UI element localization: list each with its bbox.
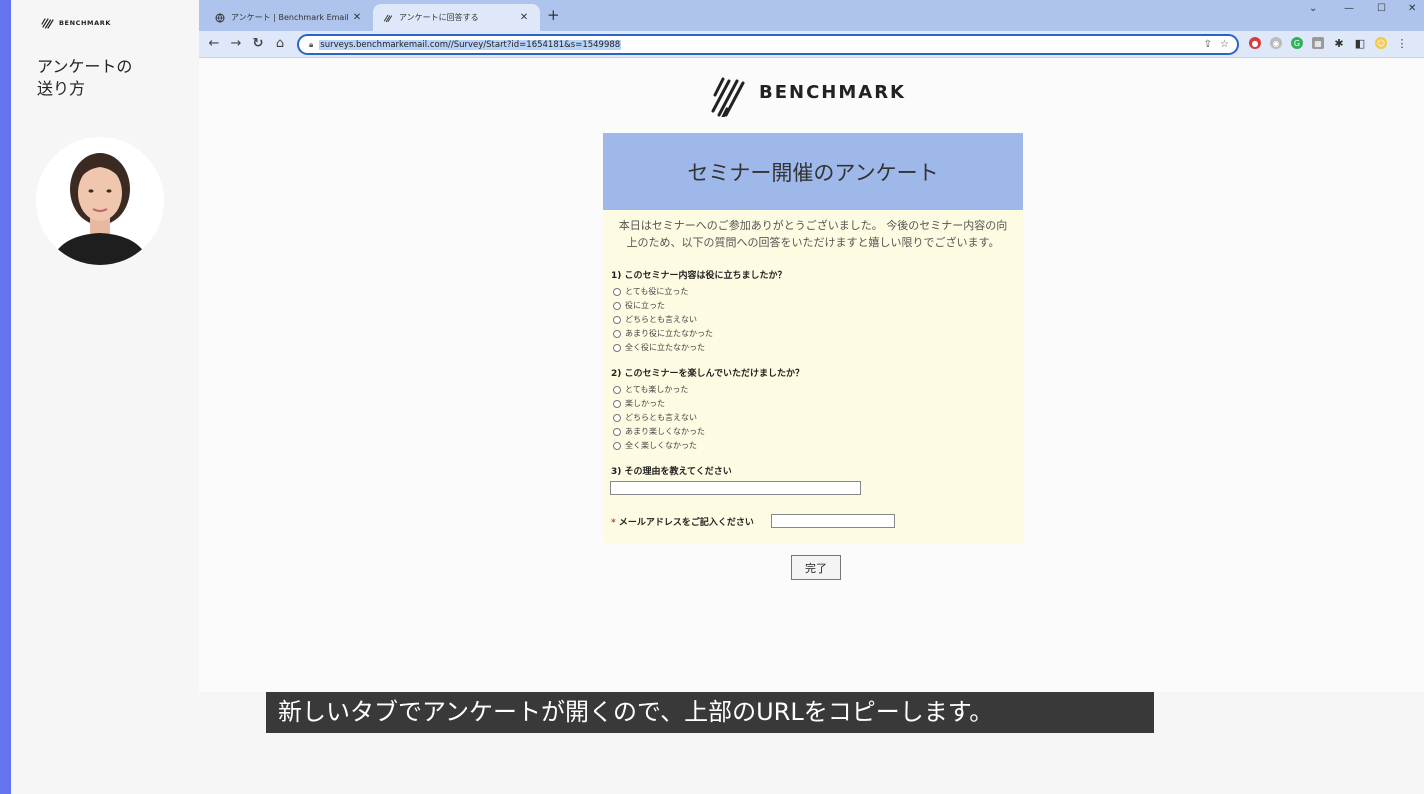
radio-button[interactable]	[613, 399, 621, 408]
reload-icon[interactable]: ↻	[249, 35, 267, 53]
logo-text: BENCHMARK	[759, 81, 907, 103]
benchmark-logo-icon	[711, 77, 745, 117]
bookmark-star-icon[interactable]: ☆	[1220, 39, 1229, 50]
share-icon[interactable]: ⇪	[1204, 39, 1212, 50]
screen: BENCHMARK アンケートの 送り方 アンケート | Benchmark E…	[0, 0, 1424, 794]
url-text[interactable]: surveys.benchmarkemail.com//Survey/Start…	[319, 39, 622, 50]
question-1-label: 1) このセミナー内容は役に立ちましたか？	[611, 271, 787, 281]
survey-form: セミナー開催のアンケート 本日はセミナーへのご参加ありがとうございました。 今後…	[603, 133, 1023, 543]
new-tab-button[interactable]: +	[547, 6, 560, 24]
radio-button[interactable]	[613, 315, 621, 324]
presenter-brand: BENCHMARK	[41, 17, 111, 29]
forward-arrow-icon[interactable]: →	[227, 35, 245, 53]
tab-label: アンケート | Benchmark Email	[231, 13, 349, 22]
accent-bar	[0, 0, 11, 794]
grammarly-extension-icon[interactable]: G	[1291, 37, 1303, 49]
home-icon[interactable]: ⌂	[271, 35, 289, 53]
submit-button[interactable]: 完了	[791, 555, 841, 580]
browser-toolbar: ← → ↻ ⌂ 🔒︎ surveys.benchmarkemail.com//S…	[199, 31, 1424, 58]
browser-window: アンケート | Benchmark Email ✕ アンケートに回答する ✕ +…	[199, 0, 1424, 692]
q1-option-4[interactable]: あまり役に立たなかった	[613, 327, 713, 340]
benchmark-logo-icon	[41, 18, 54, 29]
email-label: * メールアドレスをご記入ください	[611, 518, 754, 528]
radio-button[interactable]	[613, 287, 621, 296]
chevron-down-icon[interactable]: ⌄	[1309, 3, 1317, 14]
question-2-label: 2) このセミナーを楽しんでいただけましたか？	[611, 369, 805, 379]
globe-icon	[215, 13, 225, 23]
sidepanel-icon[interactable]: ◧	[1354, 37, 1366, 50]
radio-button[interactable]	[613, 441, 621, 450]
survey-title: セミナー開催のアンケート	[603, 133, 1023, 210]
reason-input[interactable]	[610, 481, 861, 495]
q1-option-3[interactable]: どちらとも言えない	[613, 313, 697, 326]
presenter-avatar	[36, 137, 164, 265]
survey-intro: 本日はセミナーへのご参加ありがとうございました。 今後のセミナー内容の向 上のた…	[618, 219, 1008, 249]
close-icon[interactable]: ✕	[351, 12, 363, 23]
lesson-title: アンケートの 送り方	[37, 57, 133, 98]
required-mark: *	[611, 518, 616, 528]
close-icon[interactable]: ✕	[518, 12, 530, 23]
maximize-icon[interactable]: ☐	[1377, 3, 1386, 14]
adblock-extension-icon[interactable]: ●	[1249, 37, 1261, 49]
email-field[interactable]	[771, 514, 895, 528]
extension-icons: ● ◉ G ▦ ✱ ◧ ☺ ⋮	[1249, 37, 1408, 50]
kebab-menu-icon[interactable]: ⋮	[1396, 37, 1408, 50]
presenter-brand-text: BENCHMARK	[59, 19, 111, 27]
radio-button[interactable]	[613, 413, 621, 422]
tab-survey-answer[interactable]: アンケートに回答する ✕	[373, 4, 540, 31]
presenter-panel: BENCHMARK アンケートの 送り方	[11, 0, 199, 794]
q2-option-5[interactable]: 全く楽しくなかった	[613, 439, 697, 452]
tab-bar: アンケート | Benchmark Email ✕ アンケートに回答する ✕ +…	[199, 0, 1424, 31]
q2-option-1[interactable]: とても楽しかった	[613, 383, 688, 396]
radio-button[interactable]	[613, 343, 621, 352]
q1-option-2[interactable]: 役に立った	[613, 299, 665, 312]
window-close-icon[interactable]: ✕	[1408, 3, 1416, 14]
q2-option-4[interactable]: あまり楽しくなかった	[613, 425, 705, 438]
radio-button[interactable]	[613, 385, 621, 394]
q1-option-1[interactable]: とても役に立った	[613, 285, 688, 298]
q1-option-5[interactable]: 全く役に立たなかった	[613, 341, 705, 354]
profile-avatar-icon[interactable]: ☺	[1375, 37, 1387, 49]
radio-button[interactable]	[613, 301, 621, 310]
back-arrow-icon[interactable]: ←	[205, 35, 223, 53]
q2-option-3[interactable]: どちらとも言えない	[613, 411, 697, 424]
video-subtitle: 新しいタブでアンケートが開くので、上部のURLをコピーします。	[266, 692, 1154, 733]
qr-extension-icon[interactable]: ▦	[1312, 37, 1324, 49]
web-page: BENCHMARK セミナー開催のアンケート 本日はセミナーへのご参加ありがとう…	[199, 58, 1424, 692]
question-3-label: 3) その理由を教えてください	[611, 467, 732, 477]
radio-button[interactable]	[613, 427, 621, 436]
omnibox-actions: ⇪ ☆	[1204, 39, 1229, 50]
radio-button[interactable]	[613, 329, 621, 338]
benchmark-favicon-icon	[383, 13, 393, 23]
benchmark-logo: BENCHMARK	[709, 67, 906, 117]
minimize-icon[interactable]: —	[1344, 3, 1354, 14]
puzzle-extensions-icon[interactable]: ✱	[1333, 37, 1345, 50]
tab-label: アンケートに回答する	[399, 13, 479, 22]
camera-extension-icon[interactable]: ◉	[1270, 37, 1282, 49]
q2-option-2[interactable]: 楽しかった	[613, 397, 665, 410]
lock-icon: 🔒︎	[309, 39, 314, 49]
address-bar[interactable]: 🔒︎ surveys.benchmarkemail.com//Survey/St…	[297, 34, 1239, 55]
tab-benchmark-email[interactable]: アンケート | Benchmark Email ✕	[205, 4, 373, 31]
